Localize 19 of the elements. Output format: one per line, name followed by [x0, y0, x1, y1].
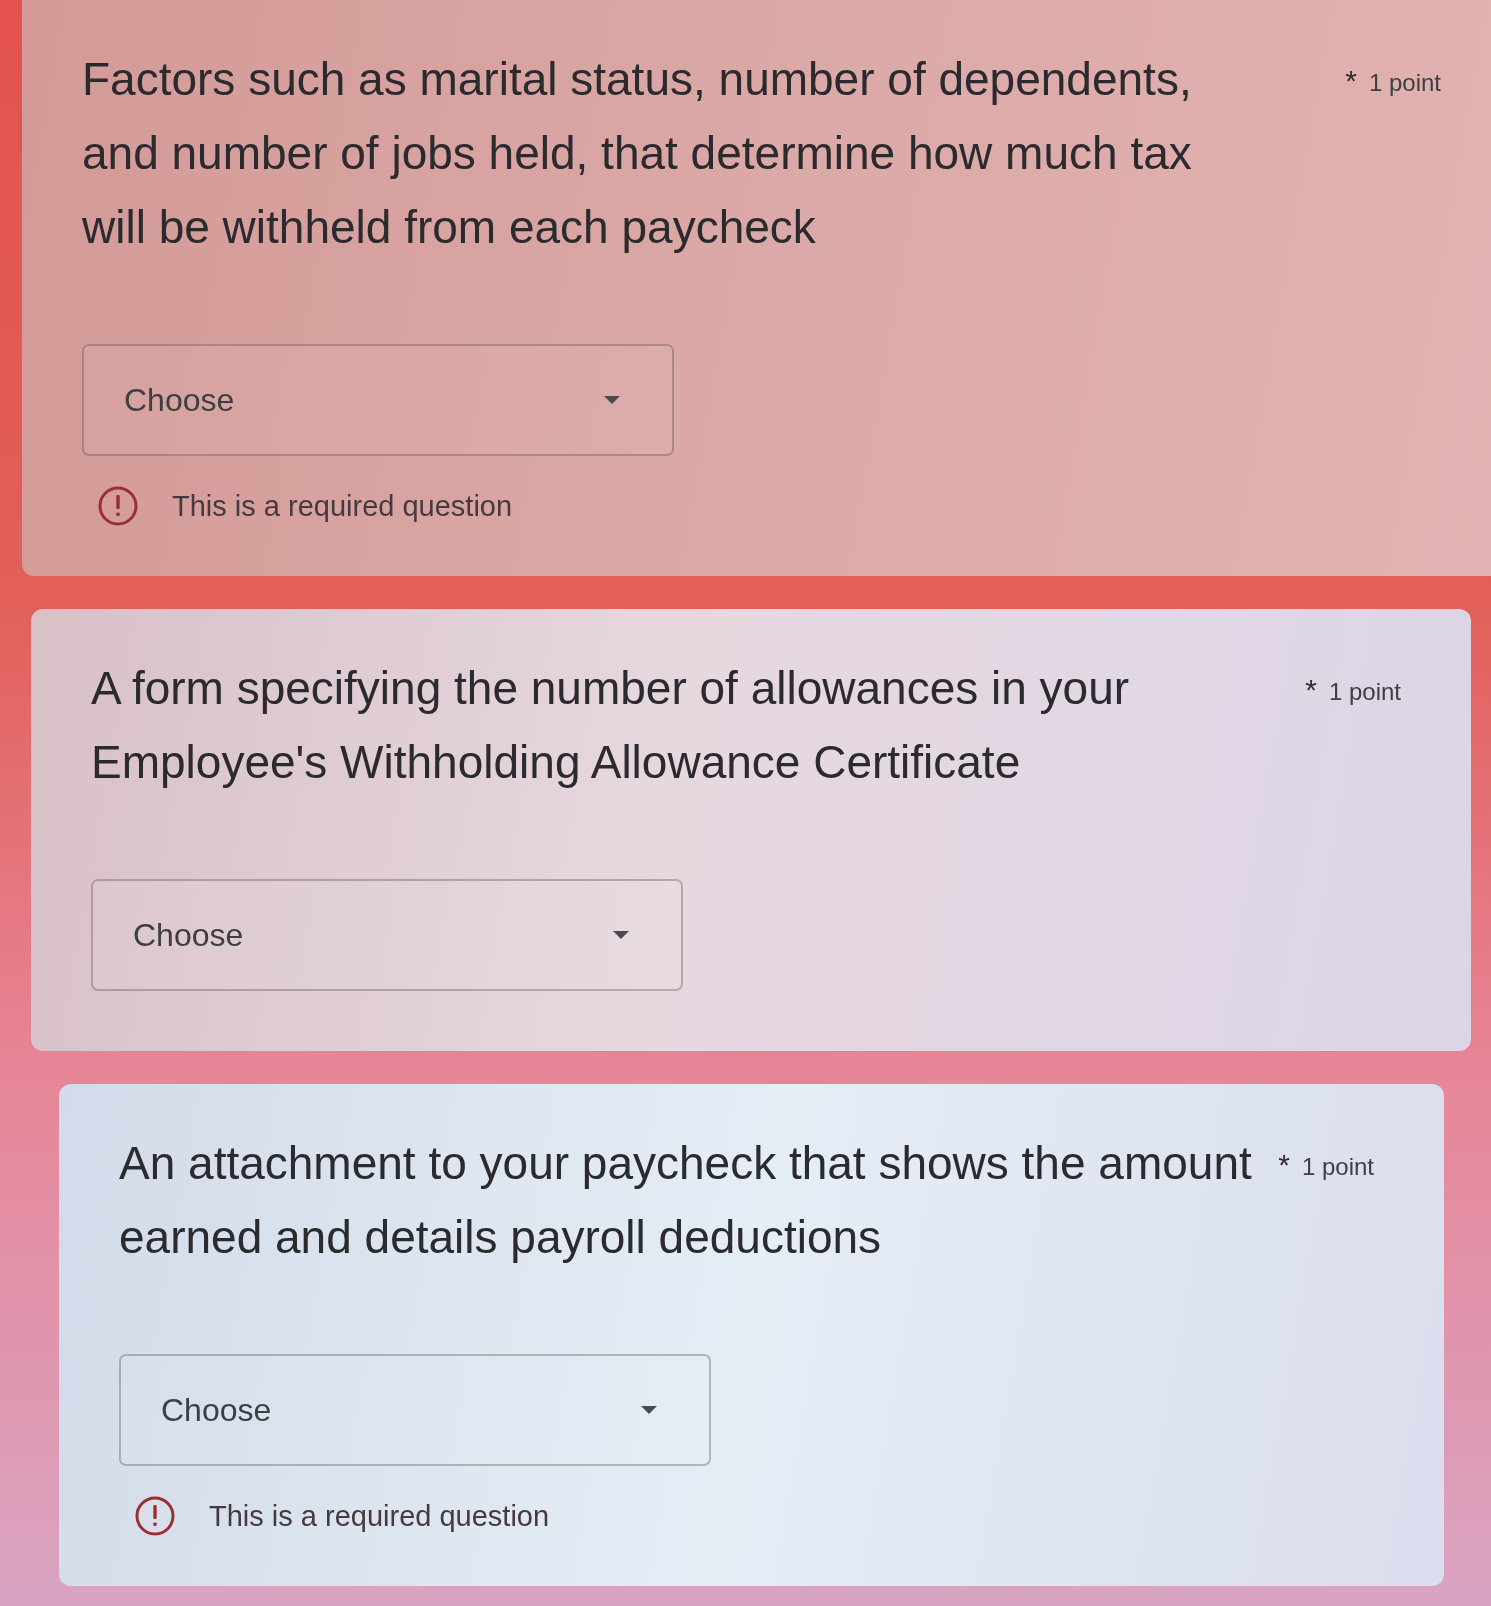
points-label: 1 point	[1368, 69, 1441, 97]
required-asterisk: *	[1278, 1148, 1290, 1182]
error-message: This is a required question	[172, 489, 513, 523]
points-label: 1 point	[1328, 678, 1401, 706]
dropdown-select[interactable]: Choose	[119, 1354, 711, 1466]
question-title: A form specifying the number of allowances in your Employee's Withholding Allowance Certificate	[91, 661, 1131, 790]
points-label: 1 point	[1301, 1153, 1374, 1181]
error-icon	[135, 1496, 175, 1536]
error-message: This is a required question	[209, 1499, 550, 1533]
caret-icon	[604, 396, 620, 404]
required-asterisk: *	[1305, 673, 1317, 707]
caret-icon	[641, 1406, 657, 1414]
dropdown-select[interactable]: Choose	[91, 879, 683, 991]
required-asterisk: *	[1345, 64, 1357, 98]
caret-icon	[613, 931, 629, 939]
question-title: An attachment to your paycheck that shows the amount earned and details payroll deductions	[119, 1136, 1253, 1265]
error-icon	[98, 486, 138, 526]
dropdown-select[interactable]: Choose	[82, 344, 674, 456]
question-title: Factors such as marital status, number of dependents, and number of jobs held, that determine how much tax will be withheld from each paycheck	[82, 52, 1193, 255]
